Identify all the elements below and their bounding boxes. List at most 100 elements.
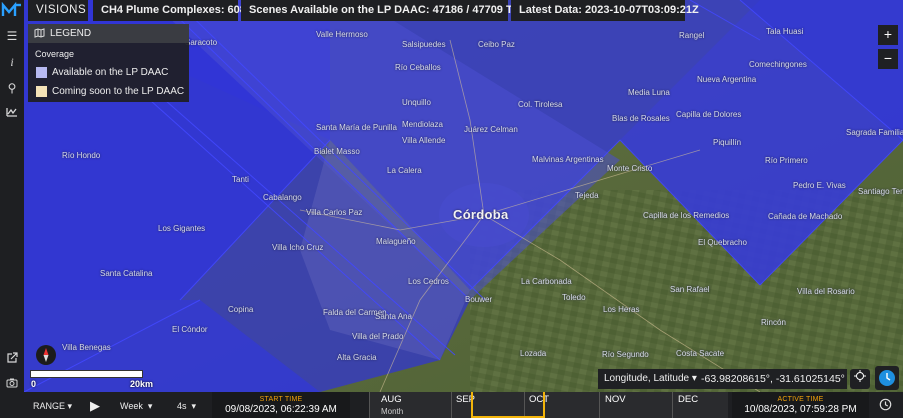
place-label: Blas de Rosales [612,114,670,123]
place-label: Pedro E. Vivas [793,181,846,190]
place-label: Monte Cristo [607,164,653,173]
app-logo-icon[interactable] [1,2,23,18]
place-label: Villa Icho Cruz [272,243,324,252]
speed-select[interactable]: 4s ▾ [177,401,196,412]
place-label: Santiago Temple [858,187,903,196]
place-label: Los Cedros [408,277,449,286]
play-button[interactable]: ▶ [90,398,100,414]
place-label: Valle Hermoso [316,30,368,39]
place-label: Malagueño [376,237,416,246]
timeline-selection[interactable] [471,392,545,418]
coordinate-mode-select[interactable]: Longitude, Latitude ▾ [604,369,697,389]
timeline-track[interactable]: AUG Month SEP OCT NOV DEC [369,392,728,418]
city-label: Córdoba [453,207,509,222]
place-label: Copina [228,305,254,314]
place-label: Los Gigantes [158,224,206,233]
pin-icon[interactable]: ⚲ [3,79,21,97]
place-label: Alta Gracia [337,353,377,362]
legend-header[interactable]: LEGEND [28,24,189,43]
place-label: Villa Carlos Paz [306,208,363,217]
timeline-granularity: Month [381,407,404,416]
scale-bar [30,370,143,378]
place-label: Villa Benegas [62,343,111,352]
external-link-icon[interactable] [3,350,21,368]
place-label: Tanti [232,175,249,184]
place-label: Malvinas Argentinas [532,155,604,164]
place-label: Tejeda [575,191,599,200]
place-label: Santa Ana [375,312,412,321]
plume-count: CH4 Plume Complexes: 608 [93,0,246,21]
active-time-label: ACTIVE TIME [777,396,824,403]
place-label: Cañada de Machado [768,212,843,221]
place-label: Los Heras [603,305,640,314]
scale-start: 0 [31,379,37,389]
place-label: Saracoto [185,38,218,47]
place-label: Tala Huasi [766,27,804,36]
step-select[interactable]: Week ▾ [120,401,152,412]
legend-item: Available on the LP DAAC [28,63,189,82]
place-label: Río Ceballos [395,63,441,72]
place-label: Costa Sacate [676,349,725,358]
map-icon [34,28,45,38]
place-label: El Cóndor [172,325,208,334]
place-label: Villa Allende [402,136,446,145]
chart-icon[interactable] [3,104,21,122]
clock-toggle-button[interactable] [875,366,899,390]
place-label: Capilla de los Remedios [643,211,730,220]
legend-swatch [36,86,47,97]
camera-icon[interactable] [3,375,21,393]
place-label: Rincón [761,318,786,327]
place-label: Cabalango [263,193,302,202]
start-time[interactable]: START TIME 09/08/2023, 06:22:39 AM [212,392,350,418]
place-label: Lozada [520,349,547,358]
start-time-value: 09/08/2023, 06:22:39 AM [225,404,337,415]
info-icon[interactable]: i [3,53,21,71]
range-select[interactable]: RANGE ▾ [33,401,72,412]
app-title: VISIONS [28,0,88,21]
place-label: Río Hondo [62,151,101,160]
legend-item: Coming soon to the LP DAAC [28,82,189,101]
place-label: Piquillín [713,138,742,147]
place-label: Comechingones [749,60,807,69]
legend-item-label: Coming soon to the LP DAAC [52,86,185,97]
month-tick [451,392,452,418]
history-icon[interactable] [879,398,892,413]
place-label: Santa Catalina [100,269,153,278]
place-label: El Quebracho [698,238,747,247]
place-label: La Calera [387,166,422,175]
coordinate-readout: Longitude, Latitude ▾ -63.98208615°, -31… [598,369,847,389]
place-label: Villa del Rosario [797,287,855,296]
timeline-month: AUG [381,394,402,405]
coordinate-value: -63.98208615°, -31.61025145° [701,373,845,385]
layers-icon[interactable]: ☰ [3,27,21,45]
compass-icon[interactable] [36,345,56,365]
legend-item-label: Available on the LP DAAC [52,67,169,78]
month-tick [369,392,370,418]
zoom-out-button[interactable]: − [878,49,898,69]
left-toolbar: ☰ i ⚲ [0,0,24,418]
place-label: Sagrada Familia [846,128,903,137]
active-time-value: 10/08/2023, 07:59:28 PM [744,404,857,415]
place-label: Mendiolaza [402,120,443,129]
place-label: Toledo [562,293,586,302]
place-label: Villa del Prado [352,332,404,341]
place-label: Río Primero [765,156,808,165]
place-label: Nueva Argentina [697,75,757,84]
active-time[interactable]: ACTIVE TIME 10/08/2023, 07:59:28 PM [732,392,869,418]
place-label: Salsipuedes [402,40,446,49]
start-time-label: START TIME [259,396,303,403]
place-label: Río Segundo [602,350,649,359]
legend-subtitle: Coverage [35,49,75,59]
legend-title: LEGEND [50,28,92,39]
scenes-count: Scenes Available on the LP DAAC: 47186 /… [241,0,531,21]
place-label: Bialet Masso [314,147,360,156]
crosshair-icon[interactable] [850,369,870,389]
place-label: Media Luna [628,88,670,97]
zoom-in-button[interactable]: + [878,25,898,45]
legend-panel: LEGEND Coverage Available on the LP DAAC… [28,24,189,102]
timeline-month: NOV [605,394,626,405]
timeline-month: DEC [678,394,699,405]
place-label: Bouwer [465,295,493,304]
legend-swatch [36,67,47,78]
place-label: Capilla de Dolores [676,110,742,119]
